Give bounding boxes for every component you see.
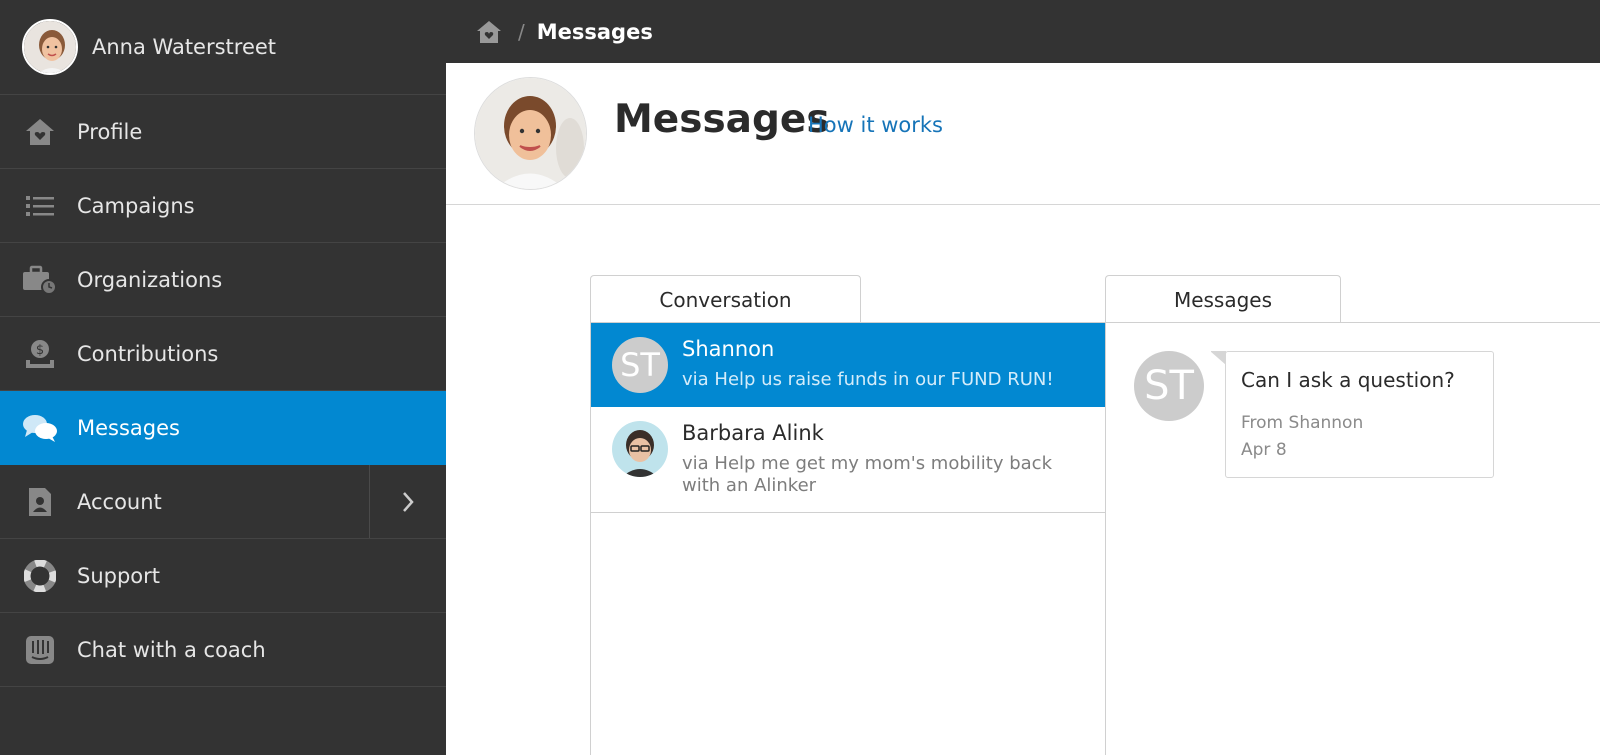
message-date: Apr 8 bbox=[1241, 440, 1287, 460]
sidebar-item-label: Support bbox=[77, 563, 161, 588]
conversation-subtitle: via Help me get my mom's mobility back w… bbox=[682, 453, 1052, 496]
sidebar-item-label: Contributions bbox=[77, 341, 219, 366]
intercom-chat-icon bbox=[20, 630, 60, 670]
svg-text:$: $ bbox=[36, 343, 44, 358]
profile-avatar bbox=[474, 77, 587, 190]
conversation-item-shannon[interactable]: ST Shannon via Help us raise funds in ou… bbox=[591, 323, 1105, 407]
sidebar: Anna Waterstreet Profile Campaigns Organ… bbox=[0, 0, 446, 755]
contact-name: Barbara Alink bbox=[682, 421, 824, 445]
sidebar-item-label: Organizations bbox=[77, 267, 223, 292]
sidebar-item-profile[interactable]: Profile bbox=[0, 95, 446, 169]
sidebar-item-messages[interactable]: Messages bbox=[0, 391, 446, 465]
page-header: Messages How it works bbox=[446, 63, 1600, 205]
message-sender: From Shannon bbox=[1241, 413, 1364, 433]
sidebar-item-organizations[interactable]: Organizations bbox=[0, 243, 446, 317]
user-profile[interactable]: Anna Waterstreet bbox=[0, 0, 446, 95]
contact-avatar bbox=[612, 421, 668, 477]
chevron-right-icon bbox=[403, 491, 414, 512]
sidebar-item-account[interactable]: Account bbox=[0, 465, 446, 539]
sidebar-item-contributions[interactable]: $ Contributions bbox=[0, 317, 446, 391]
breadcrumb-separator: / bbox=[518, 19, 525, 44]
briefcase-clock-icon bbox=[20, 260, 60, 300]
conversation-list: ST Shannon via Help us raise funds in ou… bbox=[590, 322, 1106, 755]
sidebar-item-label: Campaigns bbox=[77, 193, 195, 218]
sidebar-item-label: Profile bbox=[77, 119, 143, 144]
message-text: Can I ask a question? bbox=[1241, 368, 1455, 392]
contact-initials-avatar: ST bbox=[612, 337, 668, 393]
sidebar-item-chat-coach[interactable]: Chat with a coach bbox=[0, 613, 446, 687]
sidebar-item-label: Chat with a coach bbox=[77, 637, 266, 662]
id-badge-icon bbox=[20, 482, 60, 522]
messages-panel-border bbox=[1105, 322, 1600, 323]
home-icon[interactable] bbox=[474, 17, 504, 47]
tab-messages[interactable]: Messages bbox=[1105, 275, 1341, 323]
bubble-tail bbox=[1196, 351, 1226, 365]
home-heart-icon bbox=[20, 112, 60, 152]
sidebar-item-support[interactable]: Support bbox=[0, 539, 446, 613]
tab-conversation[interactable]: Conversation bbox=[590, 275, 861, 323]
top-bar: / Messages bbox=[446, 0, 1600, 63]
panel-divider bbox=[1105, 322, 1106, 755]
contact-name: Shannon bbox=[682, 337, 775, 361]
user-avatar bbox=[22, 19, 78, 75]
breadcrumb-current: Messages bbox=[536, 19, 653, 44]
expand-chevron[interactable] bbox=[369, 465, 446, 538]
how-it-works-link[interactable]: How it works bbox=[808, 113, 943, 137]
sidebar-item-label: Messages bbox=[77, 415, 180, 440]
user-name: Anna Waterstreet bbox=[92, 35, 277, 59]
chat-bubbles-icon bbox=[20, 408, 60, 448]
conversation-item-barbara[interactable]: Barbara Alink via Help me get my mom's m… bbox=[591, 407, 1105, 513]
lifebuoy-icon bbox=[20, 556, 60, 596]
list-icon bbox=[20, 186, 60, 226]
message-bubble: Can I ask a question? From Shannon Apr 8 bbox=[1196, 351, 1494, 478]
conversation-subtitle: via Help us raise funds in our FUND RUN! bbox=[682, 369, 1054, 390]
page-title: Messages bbox=[614, 97, 830, 142]
sender-initials-avatar: ST bbox=[1134, 351, 1204, 421]
sidebar-item-label: Account bbox=[77, 489, 162, 514]
dollar-tray-icon: $ bbox=[20, 334, 60, 374]
sidebar-item-campaigns[interactable]: Campaigns bbox=[0, 169, 446, 243]
